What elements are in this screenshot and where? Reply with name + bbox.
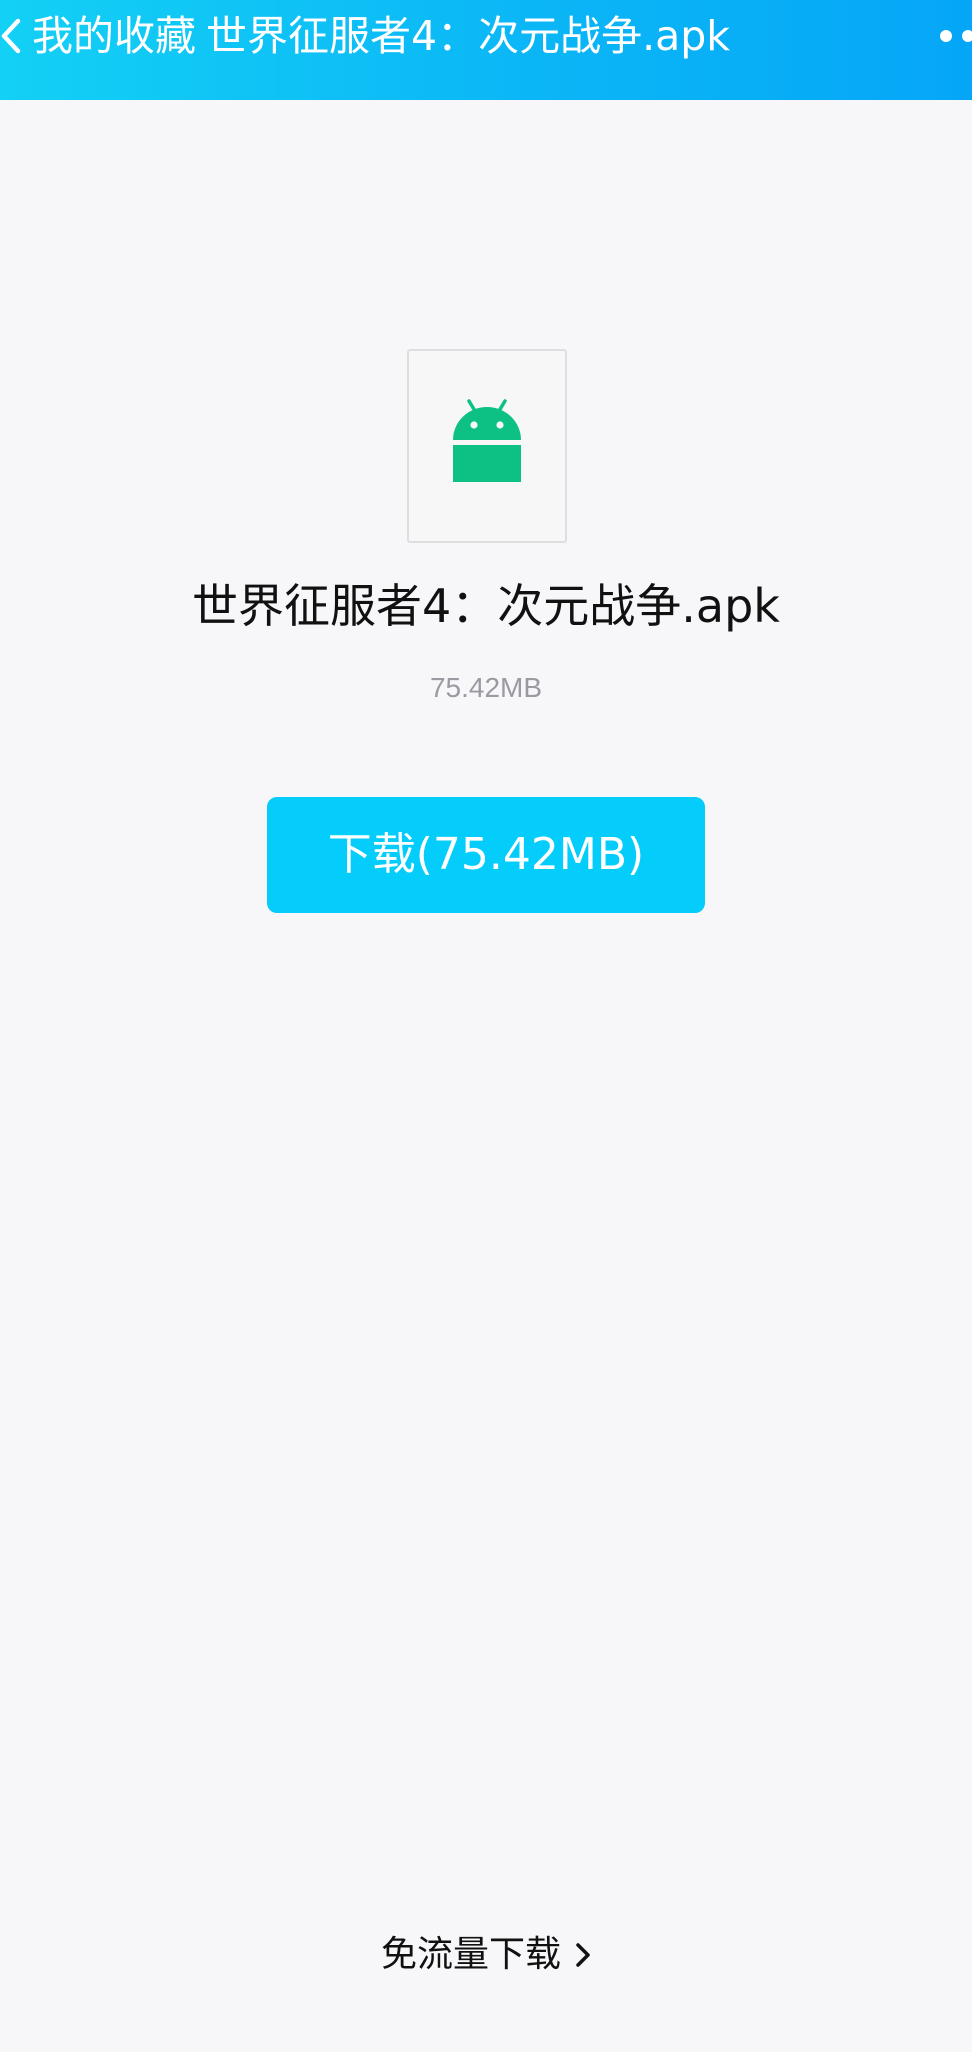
download-button[interactable]: 下载(75.42MB) bbox=[267, 797, 705, 913]
top-bar: 我的收藏 世界征服者4：次元战争.apk bbox=[0, 0, 972, 100]
file-size: 75.42MB bbox=[429, 672, 543, 703]
free-download-link[interactable]: 免流量下载 bbox=[0, 1930, 972, 1980]
file-icon-box bbox=[407, 349, 567, 543]
header-section-label[interactable]: 我的收藏 bbox=[32, 12, 196, 60]
header-title: 我的收藏 世界征服者4：次元战争.apk bbox=[32, 8, 730, 64]
free-download-label: 免流量下载 bbox=[380, 1934, 561, 1975]
chevron-right-icon bbox=[576, 1943, 590, 1967]
chevron-left-icon[interactable] bbox=[0, 18, 22, 54]
more-dots-icon[interactable] bbox=[938, 28, 972, 44]
android-icon bbox=[453, 399, 521, 482]
file-name: 世界征服者4：次元战争.apk bbox=[192, 579, 780, 633]
header-file-title: 世界征服者4：次元战争.apk bbox=[206, 12, 731, 60]
